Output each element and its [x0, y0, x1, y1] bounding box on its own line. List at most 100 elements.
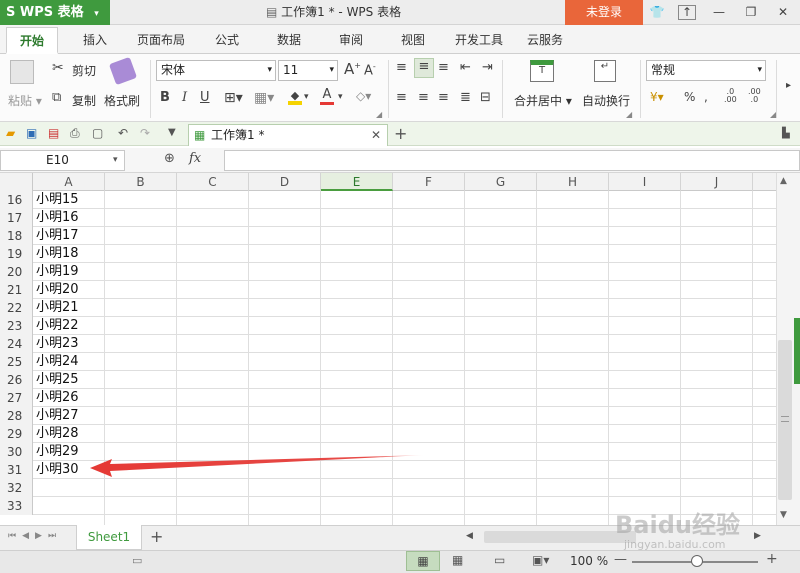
row-header[interactable]: 18: [0, 227, 33, 245]
customize-chevron-icon[interactable]: ▼: [168, 127, 176, 138]
number-format-select[interactable]: 常规 ▾: [646, 60, 766, 81]
tab-review[interactable]: 审阅: [326, 27, 376, 54]
cell-a[interactable]: [33, 479, 105, 497]
distributed-icon[interactable]: ⊟: [480, 90, 491, 105]
clear-format-icon[interactable]: ◇▾: [356, 89, 371, 103]
horizontal-scroll-thumb[interactable]: [484, 531, 636, 543]
row-header[interactable]: 19: [0, 245, 33, 263]
scroll-up-icon[interactable]: ▲: [780, 176, 787, 186]
paste-icon[interactable]: [10, 60, 34, 84]
cell-a[interactable]: 小明26: [33, 389, 105, 407]
maximize-icon[interactable]: ❐: [740, 3, 762, 21]
chevron-down-icon[interactable]: ▾: [113, 151, 118, 170]
export-pdf-icon[interactable]: ▤: [48, 126, 59, 140]
wrap-text-icon[interactable]: ↵: [594, 60, 616, 82]
tab-data[interactable]: 数据: [264, 27, 314, 54]
column-header-b[interactable]: B: [105, 173, 177, 191]
zoom-search-icon[interactable]: ⊕: [164, 151, 175, 166]
cell-a[interactable]: 小明16: [33, 209, 105, 227]
column-header-e[interactable]: E: [321, 173, 393, 191]
decrease-decimal-icon[interactable]: .00.0: [748, 88, 761, 104]
column-header-h[interactable]: H: [537, 173, 609, 191]
ribbon-overflow-icon[interactable]: ▸: [786, 80, 791, 91]
indent-decrease-icon[interactable]: ⇤: [460, 60, 471, 75]
thousands-icon[interactable]: ,: [704, 90, 708, 104]
row-header[interactable]: 21: [0, 281, 33, 299]
paste-button[interactable]: 粘贴 ▾: [8, 92, 42, 109]
row-header[interactable]: 31: [0, 461, 33, 479]
font-size-select[interactable]: 11 ▾: [278, 60, 338, 81]
cell-a[interactable]: 小明24: [33, 353, 105, 371]
column-header-a[interactable]: A: [33, 173, 105, 191]
tab-developer[interactable]: 开发工具: [442, 27, 516, 54]
cell-a[interactable]: 小明29: [33, 443, 105, 461]
row-header[interactable]: 33: [0, 497, 33, 515]
column-header-c[interactable]: C: [177, 173, 249, 191]
cell-pattern-icon[interactable]: ▦▾: [254, 90, 274, 106]
merge-center-icon[interactable]: T: [530, 60, 554, 82]
column-header-i[interactable]: I: [609, 173, 681, 191]
align-right-icon[interactable]: ≡: [438, 90, 449, 105]
zoom-in-icon[interactable]: +: [766, 551, 778, 567]
tab-cloud[interactable]: 云服务: [514, 27, 576, 54]
wrap-text-button[interactable]: 自动换行: [582, 92, 630, 109]
align-bottom-icon[interactable]: ≡: [438, 60, 449, 75]
row-header[interactable]: 32: [0, 479, 33, 497]
row-header[interactable]: 27: [0, 389, 33, 407]
page-break-view-icon[interactable]: ▦: [452, 553, 463, 567]
column-header-d[interactable]: D: [249, 173, 321, 191]
expand-icon[interactable]: ◢: [626, 110, 632, 119]
scroll-down-icon[interactable]: ▼: [780, 510, 787, 520]
cell-a[interactable]: 小明30: [33, 461, 105, 479]
align-top-icon[interactable]: ≡: [396, 60, 407, 75]
spreadsheet-grid[interactable]: ABCDEFGHIJ 16 小明15 17 小明16 18 小明17 19 小明18 20 小明1…: [0, 173, 776, 525]
column-header-g[interactable]: G: [465, 173, 537, 191]
open-folder-icon[interactable]: ▰: [6, 126, 15, 140]
login-button[interactable]: 未登录: [565, 0, 643, 25]
formula-input[interactable]: [224, 150, 800, 171]
italic-icon[interactable]: I: [182, 90, 187, 105]
justify-icon[interactable]: ≣: [460, 90, 471, 105]
format-painter-icon[interactable]: [108, 56, 138, 86]
zoom-slider-knob[interactable]: [691, 555, 703, 567]
tab-view[interactable]: 视图: [388, 27, 438, 54]
borders-icon[interactable]: ⊞▾: [224, 90, 243, 106]
skin-icon[interactable]: 👕: [646, 3, 668, 21]
scissors-icon[interactable]: ✂: [52, 60, 64, 76]
cell-a[interactable]: 小明21: [33, 299, 105, 317]
print-icon[interactable]: ⎙: [70, 126, 80, 141]
expand-icon[interactable]: ◢: [376, 110, 382, 119]
fill-color-icon[interactable]: ◆: [288, 89, 302, 105]
scroll-right-icon[interactable]: ▶: [754, 531, 761, 541]
cell-a[interactable]: 小明18: [33, 245, 105, 263]
document-tab[interactable]: ▦ 工作簿1 * ✕: [188, 124, 388, 146]
cell-a[interactable]: 小明17: [33, 227, 105, 245]
percent-icon[interactable]: %: [684, 90, 695, 104]
column-header-f[interactable]: F: [393, 173, 465, 191]
cell-a[interactable]: 小明27: [33, 407, 105, 425]
cell-a[interactable]: 小明20: [33, 281, 105, 299]
font-name-select[interactable]: 宋体 ▾: [156, 60, 276, 81]
cell-a[interactable]: [33, 497, 105, 515]
tab-insert[interactable]: 插入: [70, 27, 120, 54]
sheet-tab-sheet1[interactable]: Sheet1: [76, 525, 142, 550]
currency-icon[interactable]: ¥▾: [650, 90, 664, 104]
select-all-corner[interactable]: [0, 173, 33, 191]
save-icon[interactable]: ▣: [26, 126, 37, 140]
zoom-out-icon[interactable]: —: [614, 552, 627, 567]
scroll-left-icon[interactable]: ◀: [466, 531, 473, 541]
column-header-j[interactable]: J: [681, 173, 753, 191]
row-header[interactable]: 23: [0, 317, 33, 335]
redo-icon[interactable]: ↷: [140, 126, 150, 140]
align-center-icon[interactable]: ≡: [418, 90, 429, 105]
cut-button[interactable]: 剪切: [72, 62, 96, 79]
row-header[interactable]: 29: [0, 425, 33, 443]
row-header[interactable]: 26: [0, 371, 33, 389]
app-menu-button[interactable]: S WPS 表格 ▾: [0, 0, 110, 25]
cell-a[interactable]: 小明15: [33, 191, 105, 209]
page-layout-view-icon[interactable]: ▭: [494, 553, 505, 567]
increase-font-icon[interactable]: A+: [344, 60, 361, 78]
cell-a[interactable]: 小明25: [33, 371, 105, 389]
side-panel-handle[interactable]: [794, 318, 800, 384]
chevron-down-icon[interactable]: ▾: [338, 92, 343, 102]
